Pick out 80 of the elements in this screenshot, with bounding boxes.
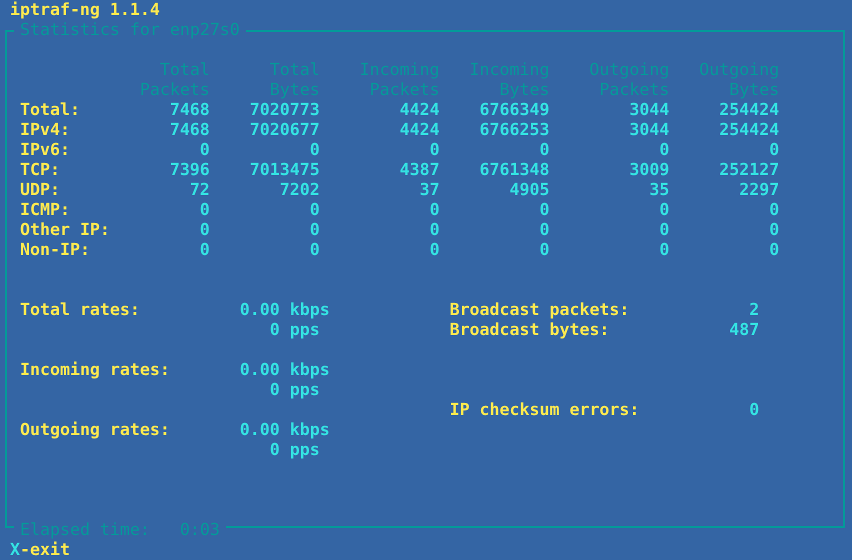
count-value: 4387 bbox=[400, 160, 440, 179]
row-label: Non-IP: bbox=[20, 240, 90, 259]
count-value: 3009 bbox=[629, 160, 670, 179]
count-value: 6766349 bbox=[480, 100, 550, 119]
count-value: 0 bbox=[659, 200, 670, 219]
count-value: 0 bbox=[310, 220, 320, 239]
count-value: 3044 bbox=[629, 100, 670, 119]
count-value: 7020677 bbox=[250, 120, 320, 139]
row-label: TCP: bbox=[20, 160, 60, 179]
count-value: 0 bbox=[310, 240, 320, 259]
row-label: ICMP: bbox=[20, 200, 70, 219]
count-value: 0 bbox=[430, 140, 440, 159]
count-value: 7020773 bbox=[250, 100, 320, 119]
count-value: 0 bbox=[200, 240, 210, 259]
rate-unit: pps bbox=[290, 380, 320, 400]
app-title: iptraf-ng 1.1.4 bbox=[10, 0, 160, 20]
rate-label: Outgoing rates: bbox=[20, 420, 170, 439]
row-label: Total: bbox=[20, 100, 80, 119]
row-label: UDP: bbox=[20, 180, 60, 199]
count-value: 0 bbox=[310, 140, 320, 159]
count-value: 4424 bbox=[400, 100, 440, 119]
count-value: 7202 bbox=[280, 180, 320, 199]
count-value: 35 bbox=[649, 180, 670, 199]
count-value: 72 bbox=[190, 180, 210, 199]
rate-unit: pps bbox=[290, 320, 320, 340]
rate-value: 0 bbox=[270, 320, 280, 339]
shortcut-action: -exit bbox=[20, 540, 70, 559]
count-value: 7396 bbox=[170, 160, 210, 179]
rate-unit: kbps bbox=[290, 420, 330, 440]
count-value: 0 bbox=[310, 200, 320, 219]
count-value: 0 bbox=[200, 200, 210, 219]
counter-value: 487 bbox=[729, 320, 760, 339]
counter-label: Broadcast packets: bbox=[450, 300, 630, 319]
rate-unit: pps bbox=[290, 440, 320, 460]
count-value: 7468 bbox=[170, 120, 210, 139]
row-label: IPv6: bbox=[20, 140, 70, 159]
count-value: 0 bbox=[769, 140, 780, 159]
count-value: 252127 bbox=[719, 160, 780, 179]
rate-value: 0.00 bbox=[240, 360, 280, 379]
counter-label: Broadcast bytes: bbox=[450, 320, 610, 339]
count-value: 0 bbox=[200, 220, 210, 239]
count-value: 0 bbox=[539, 200, 550, 219]
count-value: 37 bbox=[420, 180, 440, 199]
count-value: 0 bbox=[539, 220, 550, 239]
rate-label: Total rates: bbox=[20, 300, 140, 319]
count-value: 0 bbox=[769, 200, 780, 219]
counter-label: IP checksum errors: bbox=[450, 400, 640, 419]
shortcut-key[interactable]: X bbox=[10, 540, 20, 559]
count-value: 254424 bbox=[719, 100, 780, 119]
rate-unit: kbps bbox=[290, 360, 330, 380]
rate-value: 0.00 bbox=[240, 420, 280, 439]
counter-value: 2 bbox=[749, 300, 760, 319]
count-value: 0 bbox=[200, 140, 210, 159]
count-value: 0 bbox=[659, 220, 670, 239]
count-value: 0 bbox=[769, 240, 780, 259]
rate-value: 0 bbox=[270, 440, 280, 459]
count-value: 2297 bbox=[739, 180, 780, 199]
count-value: 0 bbox=[659, 240, 670, 259]
rate-value: 0 bbox=[270, 380, 280, 399]
count-value: 7013475 bbox=[250, 160, 320, 179]
counter-value: 0 bbox=[749, 400, 760, 419]
count-value: 0 bbox=[539, 240, 550, 259]
count-value: 6766253 bbox=[480, 120, 550, 139]
count-value: 0 bbox=[659, 140, 670, 159]
row-label: IPv4: bbox=[20, 120, 70, 139]
rate-label: Incoming rates: bbox=[20, 360, 170, 379]
count-value: 0 bbox=[769, 220, 780, 239]
count-value: 0 bbox=[539, 140, 550, 159]
count-value: 254424 bbox=[719, 120, 780, 139]
count-value: 0 bbox=[430, 200, 440, 219]
count-value: 4905 bbox=[509, 180, 550, 199]
rate-unit: kbps bbox=[290, 300, 330, 320]
count-value: 0 bbox=[430, 220, 440, 239]
rate-value: 0.00 bbox=[240, 300, 280, 319]
row-label: Other IP: bbox=[20, 220, 110, 239]
count-value: 0 bbox=[430, 240, 440, 259]
count-value: 7468 bbox=[170, 100, 210, 119]
count-value: 3044 bbox=[629, 120, 670, 139]
count-value: 6761348 bbox=[480, 160, 550, 179]
count-value: 4424 bbox=[400, 120, 440, 139]
